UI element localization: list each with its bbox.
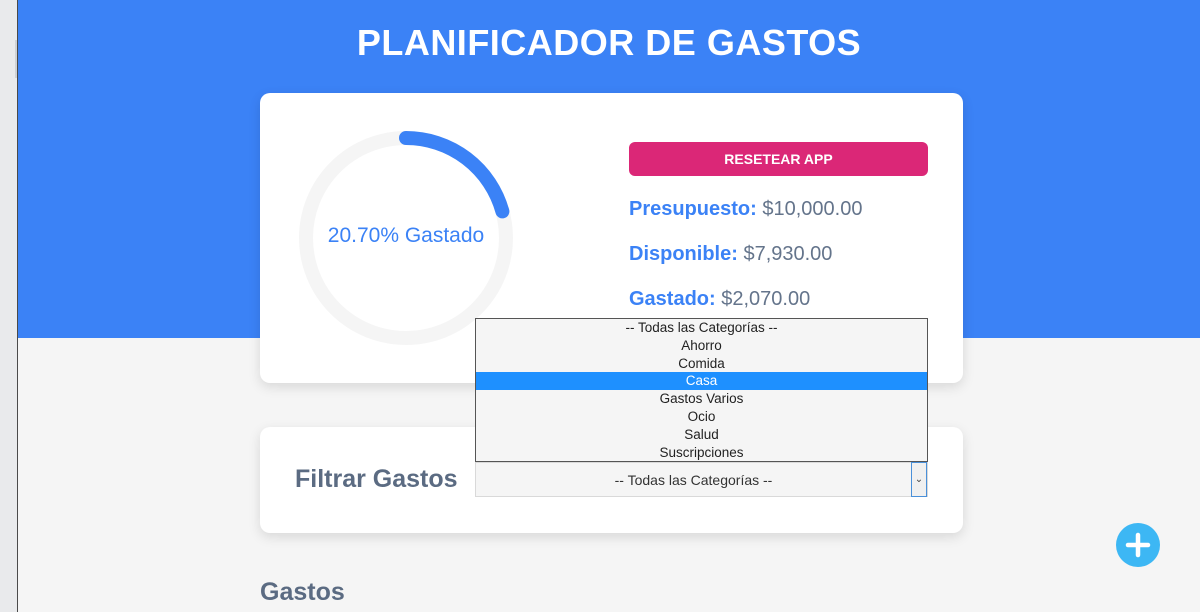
budget-progress-circle: 20.70% Gastado [295, 127, 517, 349]
available-stat-value: $7,930.00 [743, 243, 833, 265]
reset-app-button[interactable]: RESETEAR APP [629, 142, 928, 176]
expenses-section-title: Gastos [260, 578, 345, 606]
dropdown-option[interactable]: Ocio [476, 408, 927, 426]
window-left-edge [0, 0, 18, 612]
chevron-down-icon[interactable]: ⌄ [911, 462, 927, 497]
dropdown-option[interactable]: -- Todas las Categorías -- [476, 319, 927, 337]
budget-stat-value: $10,000.00 [762, 198, 863, 220]
add-expense-button[interactable] [1116, 523, 1160, 567]
budget-stat-label: Presupuesto: [629, 198, 757, 220]
category-dropdown-list[interactable]: -- Todas las Categorías -- Ahorro Comida… [475, 318, 928, 462]
spent-stat-label: Gastado: [629, 288, 716, 310]
dropdown-option[interactable]: Ahorro [476, 337, 927, 355]
available-stat-label: Disponible: [629, 243, 738, 265]
category-filter-select[interactable]: -- Todas las Categorías -- ⌄ [475, 462, 928, 497]
dropdown-option[interactable]: Suscripciones [476, 444, 927, 462]
dropdown-option[interactable]: Gastos Varios [476, 390, 927, 408]
window-edge-notch [15, 40, 17, 78]
spent-stat-value: $2,070.00 [721, 288, 811, 310]
budget-stat: Presupuesto: $10,000.00 [629, 198, 862, 221]
spent-stat: Gastado: $2,070.00 [629, 288, 810, 311]
filter-label: Filtrar Gastos [295, 465, 458, 493]
category-filter-value: -- Todas las Categorías -- [614, 472, 773, 488]
dropdown-option[interactable]: Casa [476, 372, 927, 391]
app-title: PLANIFICADOR DE GASTOS [356, 22, 862, 63]
progress-label: 20.70% Gastado [327, 224, 485, 247]
available-stat: Disponible: $7,930.00 [629, 243, 832, 266]
dropdown-option[interactable]: Comida [476, 355, 927, 373]
plus-icon [1125, 532, 1151, 558]
dropdown-option[interactable]: Salud [476, 426, 927, 444]
